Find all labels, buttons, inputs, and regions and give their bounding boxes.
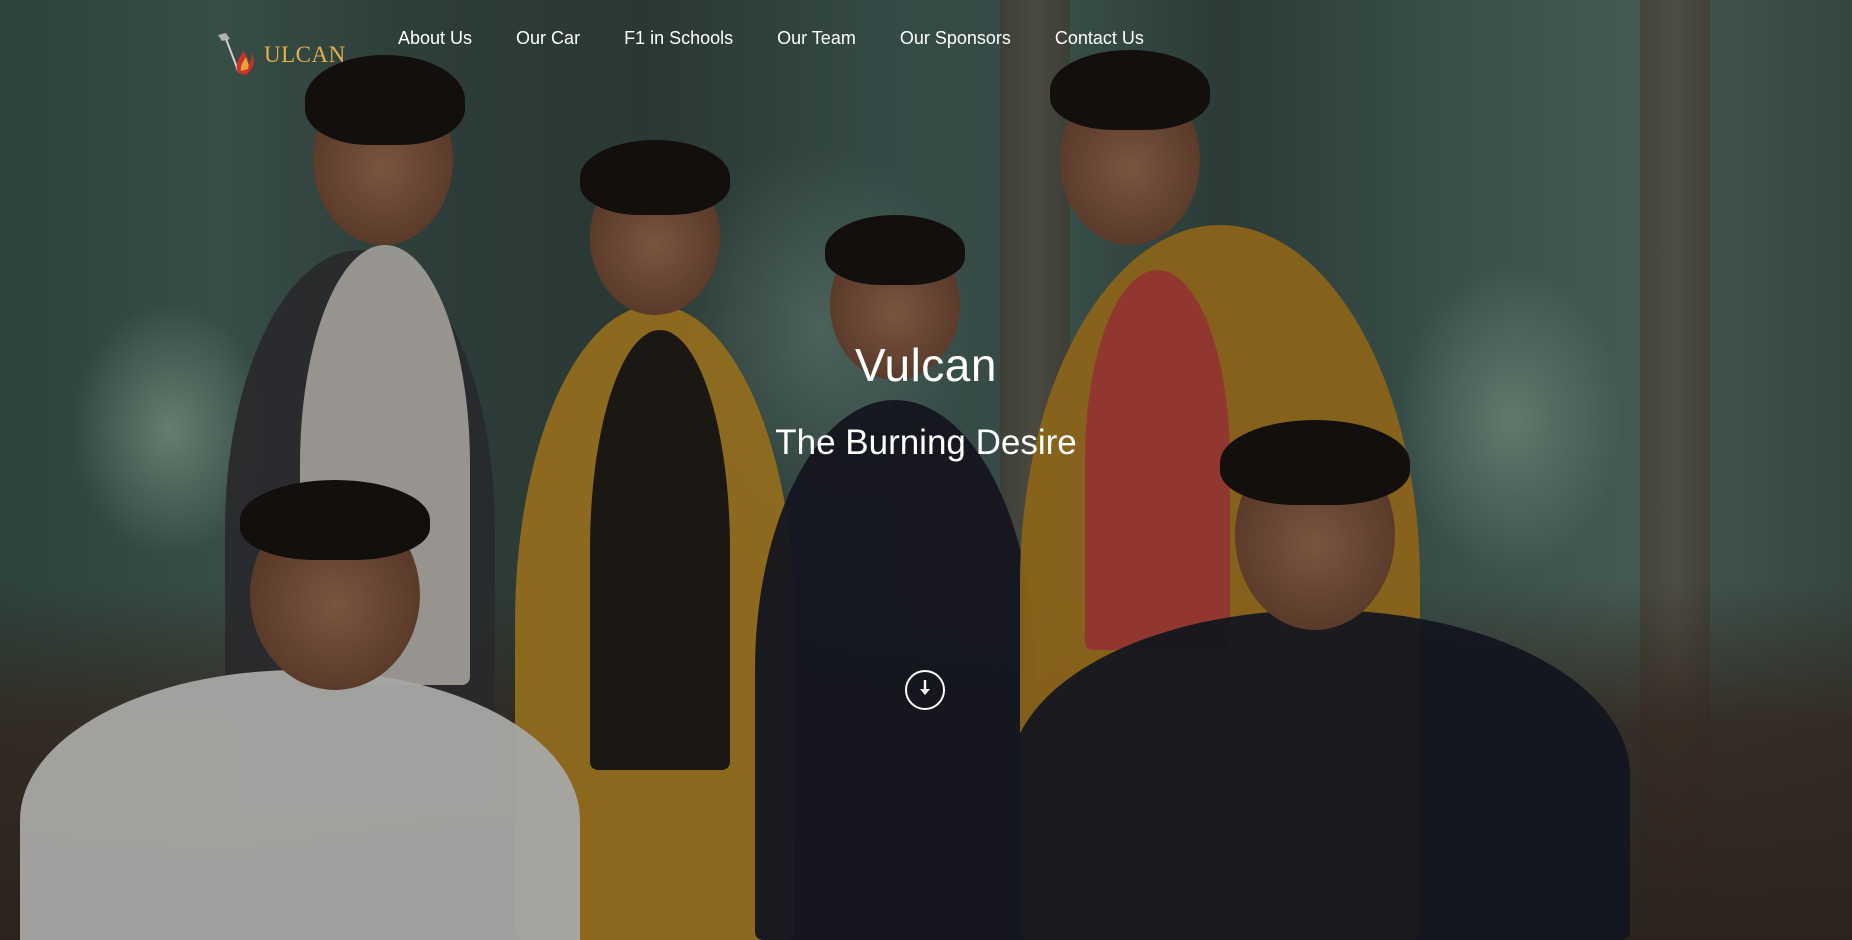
primary-nav: About Us Our Car F1 in Schools Our Team … (398, 28, 1188, 49)
hero-title: Vulcan (855, 339, 997, 391)
nav-link-our-sponsors[interactable]: Our Sponsors (900, 28, 1011, 49)
hero-subtitle: The Burning Desire (775, 423, 1077, 462)
nav-link-our-team[interactable]: Our Team (777, 28, 856, 49)
nav-link-our-car[interactable]: Our Car (516, 28, 580, 49)
scroll-down-button[interactable] (905, 670, 945, 710)
nav-link-f1-in-schools[interactable]: F1 in Schools (624, 28, 733, 49)
flame-car-icon (210, 27, 270, 77)
navbar: ULCAN About Us Our Car F1 in Schools Our… (0, 0, 1852, 80)
nav-link-contact-us[interactable]: Contact Us (1055, 28, 1144, 49)
hero-section: ULCAN About Us Our Car F1 in Schools Our… (0, 0, 1852, 940)
hero-dark-overlay (0, 0, 1852, 940)
brand-logo[interactable]: ULCAN (210, 26, 360, 78)
nav-link-about-us[interactable]: About Us (398, 28, 472, 49)
brand-logo-text: ULCAN (264, 42, 346, 67)
arrow-down-icon (917, 678, 933, 703)
